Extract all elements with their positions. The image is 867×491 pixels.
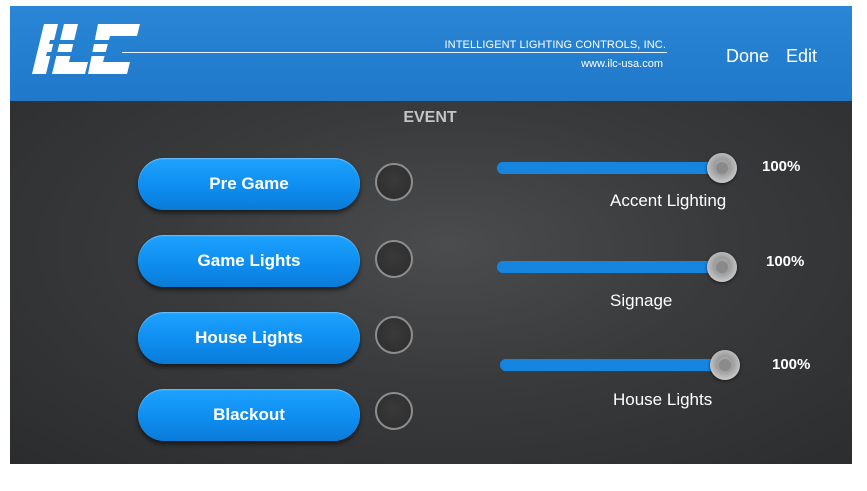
header-divider-line [122, 52, 667, 53]
signage-level: 100% [766, 253, 805, 270]
company-name: INTELLIGENT LIGHTING CONTROLS, INC. [444, 39, 666, 51]
slider-thumb[interactable] [707, 252, 737, 282]
house-lights-button[interactable]: House Lights [138, 312, 360, 364]
accent-lighting-label: Accent Lighting [610, 191, 727, 210]
slider-thumb[interactable] [710, 350, 740, 380]
accent-lighting-slider[interactable] [497, 153, 737, 183]
house-lights-label: House Lights [613, 390, 713, 409]
blackout-indicator [375, 392, 413, 430]
house-lights-level: 100% [772, 356, 811, 373]
house-lights-slider[interactable] [500, 350, 740, 380]
signage-slider[interactable] [497, 252, 737, 282]
event-panel: EVENT Pre Game Game Lights House Lights … [10, 101, 852, 464]
ilc-logo [32, 24, 140, 74]
slider-fill [497, 162, 737, 174]
slider-fill [497, 261, 737, 273]
slider-thumb[interactable] [707, 153, 737, 183]
blackout-button[interactable]: Blackout [138, 389, 360, 441]
game-lights-indicator [375, 240, 413, 278]
slider-fill [500, 359, 740, 371]
pre-game-button[interactable]: Pre Game [138, 158, 360, 210]
accent-lighting-level: 100% [762, 158, 801, 175]
signage-label: Signage [610, 291, 673, 310]
game-lights-button[interactable]: Game Lights [138, 235, 360, 287]
header-bar: INTELLIGENT LIGHTING CONTROLS, INC. www.… [10, 6, 852, 101]
pre-game-indicator [375, 163, 413, 201]
section-title: EVENT [403, 109, 457, 126]
house-lights-indicator [375, 316, 413, 354]
done-button[interactable]: Done [726, 46, 769, 67]
company-url: www.ilc-usa.com [581, 58, 663, 70]
edit-button[interactable]: Edit [786, 46, 817, 67]
app-window: INTELLIGENT LIGHTING CONTROLS, INC. www.… [10, 6, 852, 464]
